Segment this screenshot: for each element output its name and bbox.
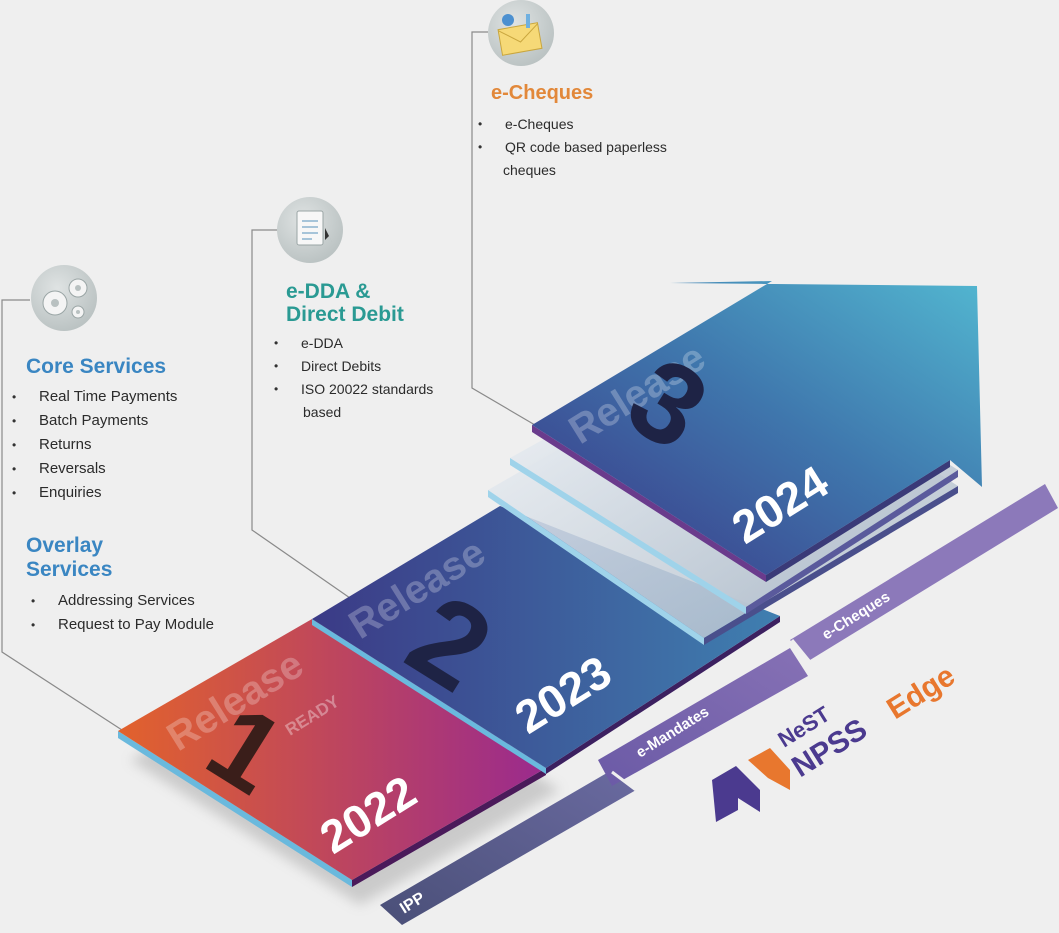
list-item: • Addressing Services [31, 592, 195, 609]
gears-icon [31, 265, 97, 331]
list-item: • QR code based paperless [478, 139, 667, 155]
echeques-title: e-Cheques [491, 82, 594, 104]
list-item: • e-DDA [274, 335, 344, 351]
echeques-list: • e-Cheques • QR code based paperless cheq… [478, 113, 667, 182]
core-services-title: Core Services [26, 355, 167, 378]
edda-title-line1: e-DDA & [286, 280, 371, 303]
list-item: • Returns [12, 436, 92, 453]
list-item: • Enquiries [12, 484, 102, 501]
list-item: • Request to Pay Module [31, 616, 214, 633]
list-item: • Direct Debits [274, 358, 382, 374]
list-item: • Batch Payments [12, 412, 149, 429]
list-item: • Reversals [12, 460, 106, 477]
edda-title-line2: Direct Debit [286, 303, 404, 326]
list-item: cheques [503, 162, 556, 178]
list-item: based [303, 404, 342, 420]
release-roadmap: Release READY 1 2022 Release 2 2023 Rele… [0, 0, 1059, 933]
overlay-services-list: • Addressing Services • Request to Pay Mod… [31, 589, 214, 637]
overlay-services-title-line1: Overlay [26, 534, 104, 557]
overlay-services-title-line2: Services [26, 558, 113, 581]
list-item: • ISO 20022 standards [274, 381, 434, 397]
core-services-list: • Real Time Payments • Batch Payments • Ret… [12, 385, 178, 505]
envelope-icon [488, 0, 554, 66]
edda-list: • e-DDA • Direct Debits • ISO 20022 standar… [274, 332, 434, 424]
document-icon [277, 197, 343, 263]
list-item: • e-Cheques [478, 116, 574, 132]
brand-line3: Edge [881, 659, 961, 726]
list-item: • Real Time Payments [12, 388, 178, 405]
